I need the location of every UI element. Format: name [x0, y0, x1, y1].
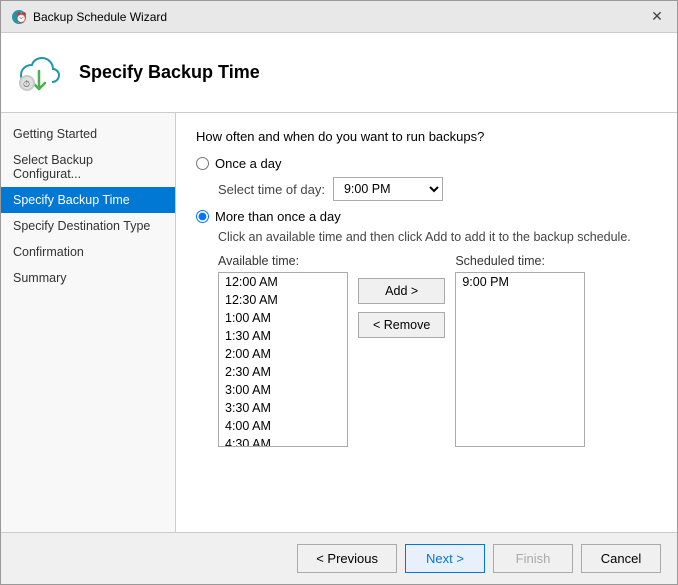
- available-label: Available time:: [218, 254, 348, 268]
- list-item[interactable]: 1:00 AM: [219, 309, 347, 327]
- sidebar-item[interactable]: Specify Destination Type: [1, 213, 175, 239]
- add-button[interactable]: Add >: [358, 278, 445, 304]
- instruction-text: Click an available time and then click A…: [218, 230, 657, 244]
- sidebar-item[interactable]: Specify Backup Time: [1, 187, 175, 213]
- list-item[interactable]: 4:00 AM: [219, 417, 347, 435]
- remove-button[interactable]: < Remove: [358, 312, 445, 338]
- footer: < Previous Next > Finish Cancel: [1, 532, 677, 584]
- once-radio[interactable]: [196, 157, 209, 170]
- select-time-row: Select time of day: 9:00 PM: [218, 177, 657, 201]
- cancel-button[interactable]: Cancel: [581, 544, 661, 573]
- question-text: How often and when do you want to run ba…: [196, 129, 657, 144]
- lists-area: Available time: 12:00 AM12:30 AM1:00 AM1…: [218, 254, 657, 447]
- once-label[interactable]: Once a day: [215, 156, 282, 171]
- more-than-radio[interactable]: [196, 210, 209, 223]
- once-a-day-row: Once a day: [196, 156, 657, 171]
- finish-button[interactable]: Finish: [493, 544, 573, 573]
- svg-text:⏱: ⏱: [23, 79, 30, 89]
- window-title: Backup Schedule Wizard: [33, 10, 167, 24]
- list-item[interactable]: 1:30 AM: [219, 327, 347, 345]
- list-item[interactable]: 3:30 AM: [219, 399, 347, 417]
- wizard-window: ⏰ Backup Schedule Wizard ✕ ⏱ Specify Bac…: [0, 0, 678, 585]
- list-item[interactable]: 12:00 AM: [219, 273, 347, 291]
- sidebar-item[interactable]: Getting Started: [1, 121, 175, 147]
- close-button[interactable]: ✕: [647, 7, 667, 27]
- time-select[interactable]: 9:00 PM: [333, 177, 443, 201]
- list-item[interactable]: 3:00 AM: [219, 381, 347, 399]
- main-content: How often and when do you want to run ba…: [176, 113, 677, 532]
- select-time-label: Select time of day:: [218, 182, 325, 197]
- sidebar-item[interactable]: Confirmation: [1, 239, 175, 265]
- sidebar: Getting StartedSelect Backup Configurat.…: [1, 113, 176, 532]
- list-item[interactable]: 9:00 PM: [456, 273, 584, 291]
- previous-button[interactable]: < Previous: [297, 544, 397, 573]
- sidebar-item[interactable]: Select Backup Configurat...: [1, 147, 175, 187]
- scheduled-label: Scheduled time:: [455, 254, 585, 268]
- more-than-label[interactable]: More than once a day: [215, 209, 341, 224]
- available-col: Available time: 12:00 AM12:30 AM1:00 AM1…: [218, 254, 348, 447]
- transfer-buttons: Add > < Remove: [358, 278, 445, 338]
- scheduled-list[interactable]: 9:00 PM: [455, 272, 585, 447]
- content-area: Getting StartedSelect Backup Configurat.…: [1, 113, 677, 532]
- title-bar-left: ⏰ Backup Schedule Wizard: [11, 9, 167, 25]
- list-item[interactable]: 4:30 AM: [219, 435, 347, 447]
- title-bar: ⏰ Backup Schedule Wizard ✕: [1, 1, 677, 33]
- window-icon: ⏰: [11, 9, 27, 25]
- list-item[interactable]: 12:30 AM: [219, 291, 347, 309]
- sidebar-item[interactable]: Summary: [1, 265, 175, 291]
- next-button[interactable]: Next >: [405, 544, 485, 573]
- svg-text:⏰: ⏰: [15, 11, 27, 24]
- available-list[interactable]: 12:00 AM12:30 AM1:00 AM1:30 AM2:00 AM2:3…: [218, 272, 348, 447]
- list-item[interactable]: 2:30 AM: [219, 363, 347, 381]
- list-item[interactable]: 2:00 AM: [219, 345, 347, 363]
- header-title: Specify Backup Time: [79, 62, 260, 83]
- header-area: ⏱ Specify Backup Time: [1, 33, 677, 113]
- more-than-row: More than once a day: [196, 209, 657, 224]
- header-icon: ⏱: [17, 49, 65, 97]
- scheduled-col: Scheduled time: 9:00 PM: [455, 254, 585, 447]
